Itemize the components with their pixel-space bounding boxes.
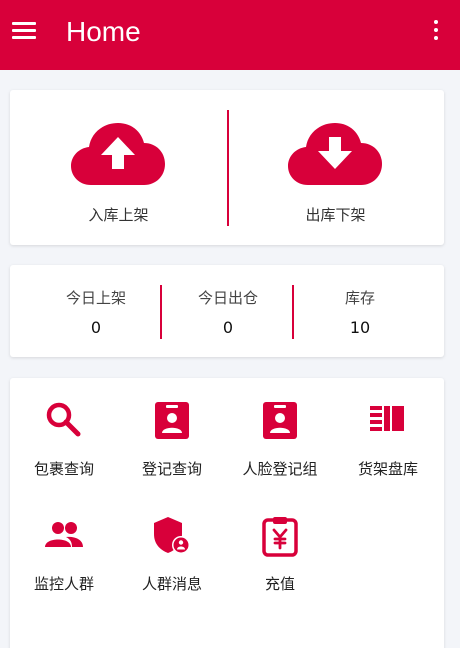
stock-in-button[interactable]: 入库上架 — [10, 90, 227, 245]
badge-icon — [263, 402, 297, 439]
cloud-upload-icon — [71, 123, 165, 185]
search-icon — [46, 402, 81, 437]
more-vert-icon[interactable] — [429, 18, 443, 44]
grid-item-label: 人群消息 — [141, 575, 202, 593]
grid-item-label: 登记查询 — [141, 460, 202, 478]
cloud-download-icon — [288, 123, 382, 185]
shield-user-icon — [154, 517, 190, 554]
yuan-clipboard-icon — [262, 517, 298, 557]
stat-value: 0 — [222, 318, 234, 337]
grid-item-shelf-inventory[interactable]: 货架盘库 — [334, 378, 442, 478]
stat-value: 0 — [90, 318, 102, 337]
grid-item-label: 监控人群 — [33, 575, 94, 593]
grid-item-label: 货架盘库 — [357, 460, 418, 478]
stat-label: 库存 — [344, 289, 375, 307]
stat-value: 10 — [349, 318, 371, 337]
stat-label: 今日出仓 — [197, 289, 258, 307]
grid-item-recharge[interactable]: 充值 — [226, 493, 334, 593]
stock-out-label: 出库下架 — [305, 206, 366, 224]
hamburger-menu-icon[interactable] — [12, 20, 38, 42]
grid-item-register-query[interactable]: 登记查询 — [118, 378, 226, 478]
badge-icon — [155, 402, 189, 439]
grid-item-label: 人脸登记组 — [242, 460, 318, 478]
stat-today-out: 今日出仓 0 — [162, 265, 294, 357]
function-grid-card: 包裹查询 登记查询 人脸登记组 货架盘库 监控人群 人群消息 充值 — [10, 378, 444, 648]
shelf-list-icon — [370, 406, 404, 431]
grid-item-label: 包裹查询 — [33, 460, 94, 478]
stats-card: 今日上架 0 今日出仓 0 库存 10 — [10, 265, 444, 357]
grid-item-label: 充值 — [264, 575, 295, 593]
grid-item-crowd-message[interactable]: 人群消息 — [118, 493, 226, 593]
stock-io-card: 入库上架 出库下架 — [10, 90, 444, 245]
grid-item-package-query[interactable]: 包裹查询 — [10, 378, 118, 478]
stock-out-button[interactable]: 出库下架 — [227, 90, 444, 245]
people-icon — [45, 522, 83, 547]
grid-item-face-register[interactable]: 人脸登记组 — [226, 378, 334, 478]
stock-in-label: 入库上架 — [88, 206, 149, 224]
grid-item-monitor-crowd[interactable]: 监控人群 — [10, 493, 118, 593]
stat-inventory: 库存 10 — [294, 265, 426, 357]
app-bar: Home — [0, 0, 460, 70]
stat-today-in: 今日上架 0 — [30, 265, 162, 357]
page-title: Home — [66, 16, 141, 47]
stat-label: 今日上架 — [65, 289, 126, 307]
